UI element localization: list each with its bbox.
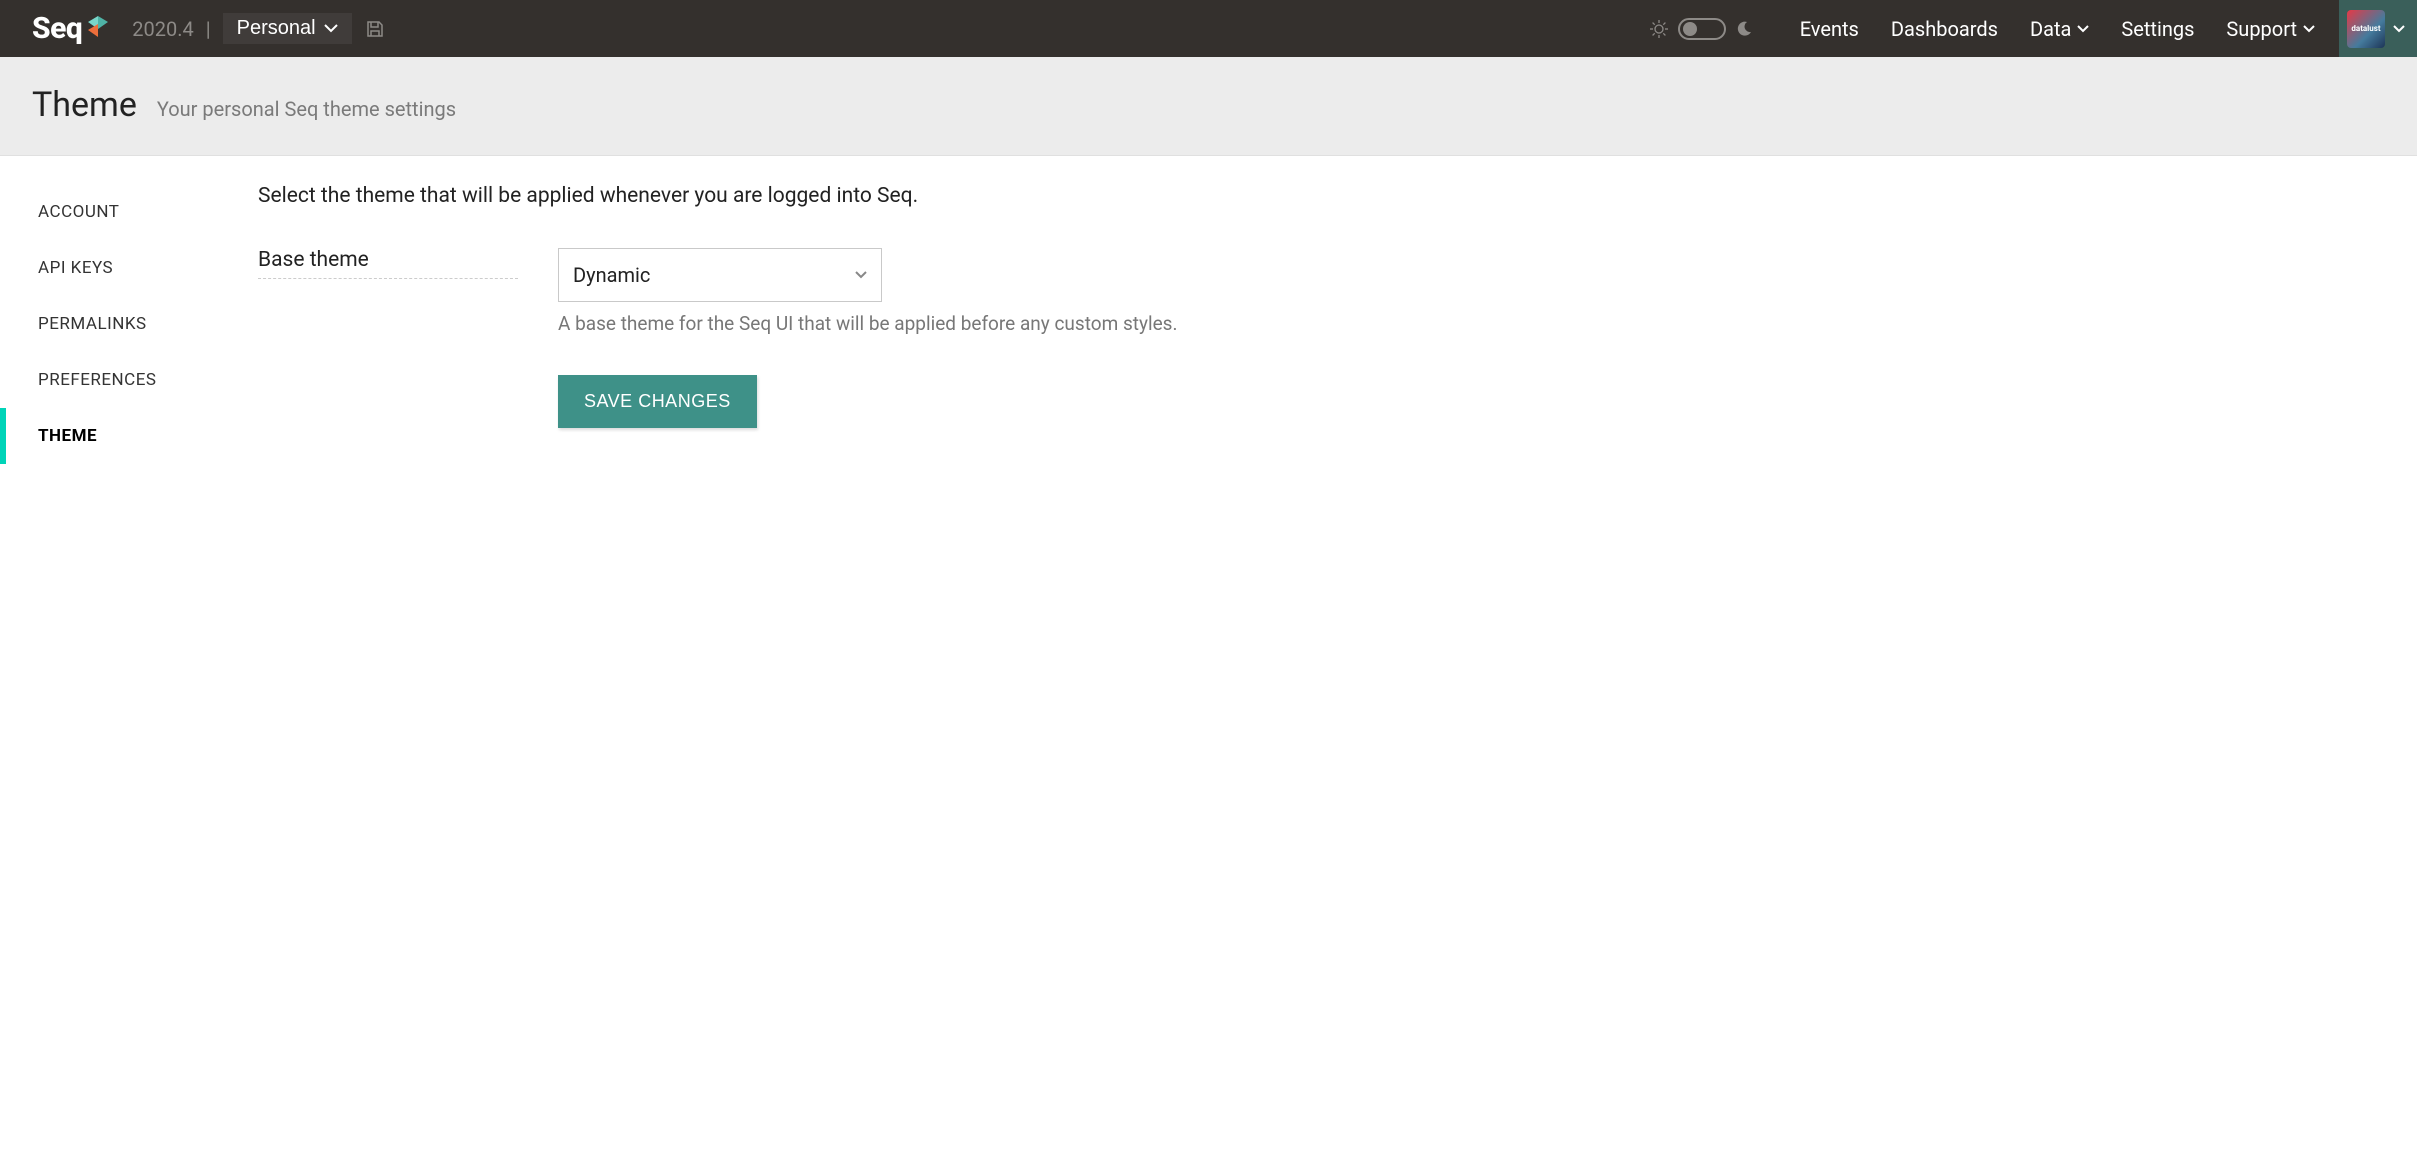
theme-toggle[interactable] [1650,18,1752,40]
brand-mark-icon [88,16,108,42]
chevron-down-icon [2393,25,2405,33]
settings-sidebar: ACCOUNT API KEYS PERMALINKS PREFERENCES … [0,156,226,496]
sidebar-item-theme[interactable]: THEME [0,408,226,464]
intro-text: Select the theme that will be applied wh… [258,184,1494,208]
sidebar-item-account[interactable]: ACCOUNT [0,184,226,240]
topbar: Seq 2020 [0,0,2417,57]
base-theme-select[interactable]: Dynamic [558,248,882,302]
content: Select the theme that will be applied wh… [226,156,1526,496]
nav-events[interactable]: Events [1800,17,1859,41]
sidebar-item-api-keys[interactable]: API KEYS [0,240,226,296]
nav-links: Events Dashboards Data Settings Support [1800,17,2315,41]
nav-data[interactable]: Data [2030,17,2089,41]
sidebar-item-permalinks[interactable]: PERMALINKS [0,296,226,352]
chevron-down-icon [324,24,338,33]
toggle-knob [1683,22,1697,36]
base-theme-help: A base theme for the Seq UI that will be… [558,312,1494,335]
nav-dashboards[interactable]: Dashboards [1891,17,1998,41]
page-subtitle: Your personal Seq theme settings [157,97,456,121]
save-changes-button[interactable]: SAVE CHANGES [558,375,757,428]
nav-dashboards-label: Dashboards [1891,17,1998,41]
nav-settings[interactable]: Settings [2121,17,2194,41]
moon-icon [1736,21,1752,37]
workspace-label: Personal [237,17,316,40]
page-header: Theme Your personal Seq theme settings [0,57,2417,156]
base-theme-label: Base theme [258,248,369,272]
divider: | [206,17,211,41]
nav-events-label: Events [1800,17,1859,41]
save-workspace-icon[interactable] [366,20,384,38]
base-theme-value: Dynamic [573,263,650,287]
nav-settings-label: Settings [2121,17,2194,41]
nav-support-label: Support [2226,17,2297,41]
base-theme-row: Base theme Dynamic A base theme for the … [258,248,1494,335]
brand-logo[interactable]: Seq [32,11,108,46]
nav-data-label: Data [2030,17,2071,41]
actions-row: SAVE CHANGES [258,375,1494,428]
chevron-down-icon [2303,25,2315,33]
version-label: 2020.4 [132,17,193,41]
workspace-selector[interactable]: Personal [223,13,352,44]
nav-support[interactable]: Support [2226,17,2315,41]
chevron-down-icon [2077,25,2089,33]
sun-icon [1650,20,1668,38]
chevron-down-icon [855,271,867,279]
user-avatar: datalust [2347,10,2385,48]
user-avatar-text: datalust [2351,24,2380,33]
sidebar-item-preferences[interactable]: PREFERENCES [0,352,226,408]
page-title: Theme [32,85,137,125]
brand-text: Seq [32,11,82,46]
user-menu[interactable]: datalust [2339,0,2417,57]
toggle-track[interactable] [1678,18,1726,40]
